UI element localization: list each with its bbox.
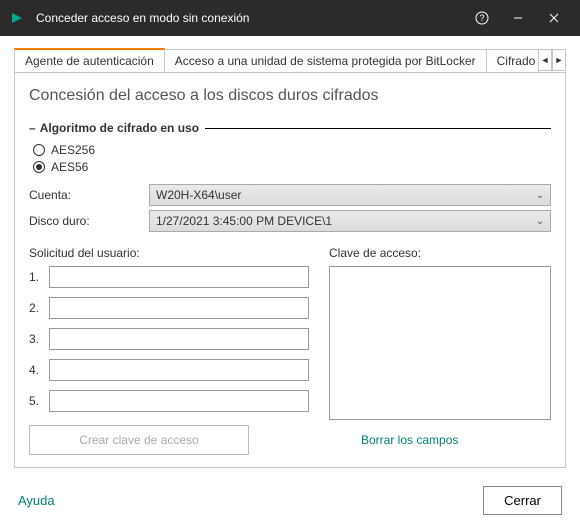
algorithm-label-text: Algoritmo de cifrado en uso (40, 121, 199, 135)
account-value: W20H-X64\user (156, 188, 241, 202)
tab-scroll-left[interactable]: ◄ (538, 49, 552, 71)
clear-fields-button[interactable]: Borrar los campos (347, 425, 472, 455)
page-title: Concesión del acceso a los discos duros … (29, 87, 551, 105)
request-input-2[interactable] (49, 297, 309, 319)
access-key-label: Clave de acceso: (329, 246, 551, 260)
radio-aes56-label: AES56 (51, 160, 88, 174)
disk-label: Disco duro: (29, 214, 149, 228)
disk-value: 1/27/2021 3:45:00 PM DEVICE\1 (156, 214, 332, 228)
req-num-1: 1. (29, 270, 49, 284)
request-input-5[interactable] (49, 390, 309, 412)
tab-auth-agent[interactable]: Agente de autenticación (14, 48, 165, 72)
create-key-button[interactable]: Crear clave de acceso (29, 425, 249, 455)
tab-bar: Agente de autenticación Acceso a una uni… (14, 48, 566, 73)
svg-text:?: ? (479, 13, 484, 23)
req-num-2: 2. (29, 301, 49, 315)
user-request-label: Solicitud del usuario: (29, 246, 309, 260)
help-link[interactable]: Ayuda (18, 493, 55, 508)
minimize-button[interactable] (500, 0, 536, 36)
req-num-5: 5. (29, 394, 49, 408)
help-icon[interactable]: ? (464, 0, 500, 36)
algorithm-fieldset-label: – Algoritmo de cifrado en uso (29, 121, 551, 135)
app-icon (10, 10, 26, 26)
radio-aes56[interactable]: AES56 (33, 160, 551, 174)
radio-aes256-label: AES256 (51, 143, 95, 157)
disk-select[interactable]: 1/27/2021 3:45:00 PM DEVICE\1 ⌄ (149, 210, 551, 232)
radio-icon (33, 144, 45, 156)
req-num-4: 4. (29, 363, 49, 377)
req-num-3: 3. (29, 332, 49, 346)
main-panel: Concesión del acceso a los discos duros … (14, 73, 566, 468)
tab-scroll-right[interactable]: ► (552, 49, 566, 71)
chevron-down-icon: ⌄ (536, 190, 544, 201)
window-title: Conceder acceso en modo sin conexión (36, 11, 464, 25)
account-label: Cuenta: (29, 188, 149, 202)
close-button[interactable] (536, 0, 572, 36)
account-select[interactable]: W20H-X64\user ⌄ (149, 184, 551, 206)
request-input-3[interactable] (49, 328, 309, 350)
footer: Ayuda Cerrar (0, 478, 580, 529)
tab-data-encryption[interactable]: Cifrado de datos (486, 49, 539, 72)
request-input-4[interactable] (49, 359, 309, 381)
chevron-down-icon: ⌄ (536, 216, 544, 227)
access-key-box[interactable] (329, 266, 551, 420)
tab-bitlocker[interactable]: Acceso a una unidad de sistema protegida… (164, 49, 487, 72)
footer-close-button[interactable]: Cerrar (483, 486, 562, 515)
radio-aes256[interactable]: AES256 (33, 143, 551, 157)
radio-icon (33, 161, 45, 173)
request-input-1[interactable] (49, 266, 309, 288)
titlebar: Conceder acceso en modo sin conexión ? (0, 0, 580, 36)
